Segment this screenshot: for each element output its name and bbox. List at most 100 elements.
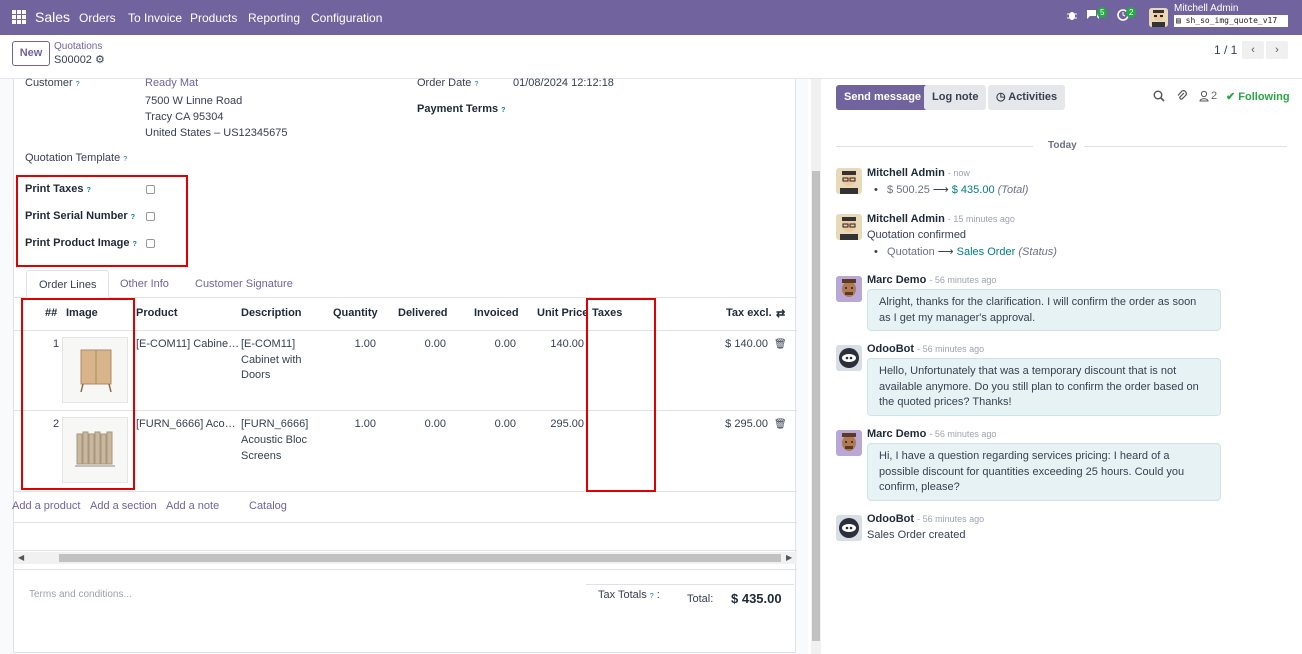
new-button[interactable]: New bbox=[12, 41, 50, 66]
customer-name[interactable]: Ready Mat bbox=[145, 77, 198, 89]
help-icon[interactable]: ? bbox=[474, 81, 478, 88]
catalog-link[interactable]: Catalog bbox=[249, 500, 287, 512]
add-section-link[interactable]: Add a section bbox=[90, 500, 157, 512]
menu-configuration[interactable]: Configuration bbox=[311, 11, 382, 25]
top-navbar: Sales Orders To Invoice Products Reporti… bbox=[0, 0, 1302, 35]
date-separator: Today bbox=[1048, 140, 1077, 151]
message-author[interactable]: OdooBot - 56 minutes ago bbox=[867, 343, 984, 355]
message-author[interactable]: OdooBot - 56 minutes ago bbox=[867, 513, 984, 525]
bug-icon[interactable] bbox=[1066, 9, 1078, 24]
activities-button[interactable]: ◷ Activities bbox=[988, 85, 1066, 110]
row-unit-price[interactable]: 140.00 bbox=[544, 338, 584, 350]
date-separator-line bbox=[1084, 146, 1287, 147]
message-time: - 56 minutes ago bbox=[917, 514, 985, 524]
tab-customer-signature[interactable]: Customer Signature bbox=[183, 270, 305, 298]
user-avatar[interactable] bbox=[1149, 8, 1168, 27]
send-message-button[interactable]: Send message bbox=[836, 85, 930, 110]
odoobot-avatar[interactable] bbox=[836, 345, 862, 371]
avatar[interactable] bbox=[836, 276, 862, 302]
horizontal-scroll-thumb[interactable] bbox=[59, 554, 781, 562]
total-value: $ 435.00 bbox=[731, 591, 782, 606]
row-invoiced[interactable]: 0.00 bbox=[484, 338, 516, 350]
tab-order-lines[interactable]: Order Lines bbox=[26, 270, 110, 298]
form-vertical-scrollbar[interactable] bbox=[811, 79, 821, 654]
row-quantity[interactable]: 1.00 bbox=[344, 338, 376, 350]
terms-input[interactable]: Terms and conditions... bbox=[29, 589, 132, 600]
log-note-button[interactable]: Log note bbox=[924, 85, 987, 110]
column-product[interactable]: Product bbox=[136, 307, 178, 319]
message-author-name: Mitchell Admin bbox=[867, 167, 945, 179]
message-time: - 56 minutes ago bbox=[929, 429, 997, 439]
row-description-1[interactable]: [FURN_6666] bbox=[241, 418, 308, 430]
trash-icon[interactable]: 🗑 bbox=[774, 419, 787, 430]
column-tax-excl[interactable]: Tax excl. bbox=[726, 307, 772, 319]
row-description-2[interactable]: Acoustic Bloc bbox=[241, 434, 307, 446]
app-menu-icon[interactable] bbox=[12, 10, 26, 24]
gear-icon[interactable]: ⚙ bbox=[95, 53, 105, 66]
pager-previous-icon[interactable]: ‹ bbox=[1242, 41, 1264, 59]
column-unit-price[interactable]: Unit Price bbox=[537, 307, 588, 319]
customer-label: Customer ? bbox=[25, 77, 80, 89]
paperclip-icon[interactable] bbox=[1176, 90, 1188, 105]
pager-value[interactable]: 1 / 1 bbox=[1214, 43, 1237, 57]
optional-columns-icon[interactable]: ⇄ bbox=[776, 307, 785, 320]
help-icon[interactable]: ? bbox=[501, 107, 505, 114]
search-icon[interactable] bbox=[1153, 90, 1165, 105]
message-time: - 56 minutes ago bbox=[917, 344, 985, 354]
menu-to-invoice[interactable]: To Invoice bbox=[128, 11, 182, 25]
trash-icon[interactable]: 🗑 bbox=[774, 339, 787, 350]
row-description-1[interactable]: [E-COM11] bbox=[241, 338, 295, 350]
database-name: ▤ sh_so_img_quote_v17 bbox=[1174, 15, 1288, 27]
row-delivered[interactable]: 0.00 bbox=[414, 418, 446, 430]
app-brand[interactable]: Sales bbox=[35, 9, 70, 25]
help-icon[interactable]: ? bbox=[650, 593, 654, 600]
menu-products[interactable]: Products bbox=[190, 11, 237, 25]
row-delivered[interactable]: 0.00 bbox=[414, 338, 446, 350]
help-icon[interactable]: ? bbox=[76, 81, 80, 88]
followers-count[interactable]: 2 bbox=[1211, 90, 1217, 102]
scroll-right-icon[interactable]: ▶ bbox=[786, 552, 792, 564]
message-author[interactable]: Marc Demo - 56 minutes ago bbox=[867, 274, 996, 286]
row-invoiced[interactable]: 0.00 bbox=[484, 418, 516, 430]
user-name[interactable]: Mitchell Admin bbox=[1174, 3, 1238, 14]
avatar[interactable] bbox=[836, 214, 862, 240]
odoobot-avatar[interactable] bbox=[836, 515, 862, 541]
help-icon[interactable]: ? bbox=[123, 156, 127, 163]
row-quantity[interactable]: 1.00 bbox=[344, 418, 376, 430]
avatar[interactable] bbox=[836, 168, 862, 194]
breadcrumb-quotations[interactable]: Quotations bbox=[54, 41, 102, 52]
message-author[interactable]: Marc Demo - 56 minutes ago bbox=[867, 428, 996, 440]
row-unit-price[interactable]: 295.00 bbox=[544, 418, 584, 430]
row-description-3[interactable]: Doors bbox=[241, 369, 270, 381]
column-quantity[interactable]: Quantity bbox=[333, 307, 378, 319]
following-label: Following bbox=[1238, 91, 1290, 103]
tracking-old: Quotation bbox=[887, 246, 935, 258]
tax-totals-label-text: Tax Totals bbox=[598, 589, 647, 601]
pager-next-icon[interactable]: › bbox=[1266, 41, 1288, 59]
menu-reporting[interactable]: Reporting bbox=[248, 11, 300, 25]
form-vertical-scroll-thumb[interactable] bbox=[812, 171, 820, 641]
row-product[interactable]: [FURN_6666] Aco… bbox=[136, 418, 236, 430]
row-description-2[interactable]: Cabinet with bbox=[241, 354, 302, 366]
order-date-field[interactable]: 01/08/2024 12:12:18 bbox=[513, 77, 614, 89]
tracking-value: • Quotation ⟶ Sales Order (Status) bbox=[874, 246, 1057, 258]
following-button[interactable]: ✔ Following bbox=[1226, 90, 1290, 103]
menu-orders[interactable]: Orders bbox=[79, 11, 116, 25]
column-delivered[interactable]: Delivered bbox=[398, 307, 448, 319]
message-author[interactable]: Mitchell Admin - 15 minutes ago bbox=[867, 213, 1015, 225]
message-author-name: Marc Demo bbox=[867, 428, 927, 440]
horizontal-scrollbar[interactable]: ◀ ▶ bbox=[14, 552, 797, 564]
message-time: - now bbox=[947, 168, 970, 178]
highlight-image-column bbox=[21, 298, 135, 490]
column-invoiced[interactable]: Invoiced bbox=[474, 307, 519, 319]
message-author[interactable]: Mitchell Admin - now bbox=[867, 167, 970, 179]
scroll-left-icon[interactable]: ◀ bbox=[18, 552, 24, 564]
add-note-link[interactable]: Add a note bbox=[166, 500, 219, 512]
column-description[interactable]: Description bbox=[241, 307, 302, 319]
followers-icon[interactable] bbox=[1199, 90, 1209, 105]
row-product[interactable]: [E-COM11] Cabine… bbox=[136, 338, 239, 350]
tab-other-info[interactable]: Other Info bbox=[108, 270, 181, 298]
add-product-link[interactable]: Add a product bbox=[12, 500, 81, 512]
row-description-3[interactable]: Screens bbox=[241, 450, 281, 462]
avatar[interactable] bbox=[836, 430, 862, 456]
